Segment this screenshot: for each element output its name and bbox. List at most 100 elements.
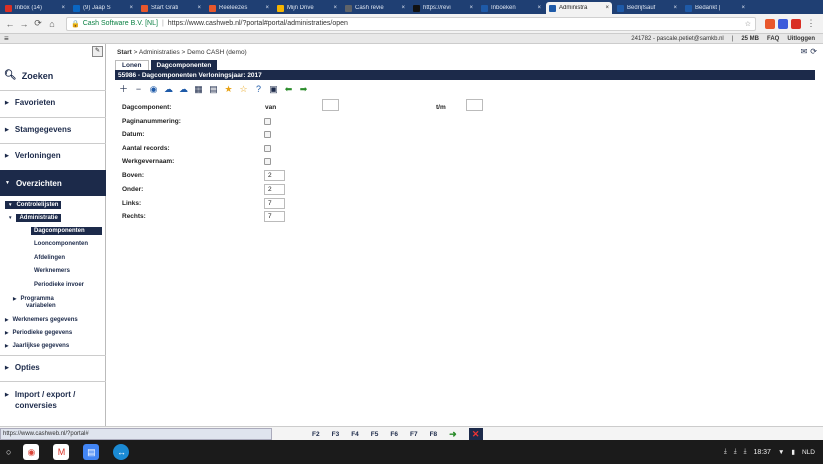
fkey-f5[interactable]: F5 [371, 431, 379, 438]
help-icon[interactable]: ? [252, 83, 265, 96]
hamburger-icon[interactable]: ≡ [4, 34, 9, 43]
download-icon[interactable]: ⤓ [744, 448, 747, 456]
browser-tab[interactable]: Bedankt | × [682, 2, 748, 14]
fkey-f2[interactable]: F2 [312, 431, 320, 438]
rechts-field[interactable]: 7 [264, 211, 285, 222]
fkey-f7[interactable]: F7 [410, 431, 418, 438]
sidebar-item-stamgegevens[interactable]: ▶ Stamgegevens [0, 125, 106, 134]
docs-icon[interactable]: ▤ [83, 444, 100, 460]
sidebar-item-favorieten[interactable]: ▶ Favorieten [0, 98, 106, 107]
reload-icon[interactable]: ⟳ [32, 18, 44, 29]
tree-item-looncomponenten[interactable]: Looncomponenten [34, 241, 88, 247]
arrow-right-icon[interactable]: ➡ [297, 83, 310, 96]
datum-checkbox[interactable] [264, 131, 271, 138]
go-arrow-icon[interactable]: ➜ [449, 429, 457, 440]
extension-icon[interactable] [765, 18, 775, 29]
tab-close-icon[interactable]: × [673, 5, 677, 11]
tree-item-werknemers-gegevens[interactable]: ▶ Werknemers gegevens [5, 317, 78, 323]
bookmark-star-icon[interactable]: ☆ [745, 20, 751, 28]
logout-link[interactable]: Uitloggen [787, 36, 815, 42]
tab-close-icon[interactable]: × [197, 5, 201, 11]
tab-close-icon[interactable]: × [741, 5, 745, 11]
layout-icon[interactable]: ▣ [267, 83, 280, 96]
tree-item-controlelijsten[interactable]: ▼ Controlelijsten [5, 201, 62, 209]
tree-item-jaarlijkse-gegevens[interactable]: ▶ Jaarlijkse gegevens [5, 343, 69, 349]
sidebar-item-overzichten[interactable]: ▼ Overzichten [0, 170, 106, 196]
arrow-left-icon[interactable]: ⬅ [282, 83, 295, 96]
browser-tab[interactable]: Start Grati × [138, 2, 204, 14]
tree-item-dagcomponenten[interactable]: Dagcomponenten [31, 227, 102, 235]
keyboard-icon[interactable]: ▦ [192, 83, 205, 96]
onder-field[interactable]: 2 [264, 184, 285, 195]
tab-close-icon[interactable]: × [469, 5, 473, 11]
tree-item-periodieke-gegevens[interactable]: ▶ Periodieke gegevens [5, 330, 72, 336]
faq-link[interactable]: FAQ [767, 36, 779, 42]
teamviewer-icon[interactable]: ↔ [113, 444, 130, 460]
fkey-f3[interactable]: F3 [332, 431, 340, 438]
tab-close-icon[interactable]: × [129, 5, 133, 11]
tab-close-icon[interactable]: × [61, 5, 65, 11]
search-link[interactable]: 🔍︎ Zoeken [4, 70, 53, 81]
fkey-f6[interactable]: F6 [390, 431, 398, 438]
paginanummering-checkbox[interactable] [264, 118, 271, 125]
browser-tab[interactable]: Mijn Drive × [274, 2, 340, 14]
tree-item-afdelingen[interactable]: Afdelingen [34, 255, 65, 261]
boven-field[interactable]: 2 [264, 170, 285, 181]
star-outline-icon[interactable]: ☆ [237, 83, 250, 96]
tree-item-programma-variabelen[interactable]: ▶ Programma [13, 296, 54, 302]
tab-close-icon[interactable]: × [333, 5, 337, 11]
browser-tab[interactable]: Inboeken × [478, 2, 544, 14]
browser-menu-icon[interactable]: ⋮ [805, 18, 817, 29]
chrome-icon[interactable]: ◉ [23, 444, 40, 460]
url-field[interactable]: 🔒 Cash Software B.V. [NL] | https://www.… [66, 16, 756, 31]
aantal-records-checkbox[interactable] [264, 145, 271, 152]
tab-close-icon[interactable]: × [537, 5, 541, 11]
fkey-f4[interactable]: F4 [351, 431, 359, 438]
tab-lonen[interactable]: Lonen [115, 60, 149, 70]
tree-item-werknemers[interactable]: Werknemers [34, 268, 70, 274]
sidebar-item-import-export[interactable]: ▶ Import / export / [0, 390, 106, 399]
calculator-icon[interactable]: ▤ [207, 83, 220, 96]
dagcomponent-from-field[interactable] [322, 99, 339, 111]
browser-tab[interactable]: Inbox (14) × [2, 2, 68, 14]
tab-close-icon[interactable]: × [401, 5, 405, 11]
browser-tab[interactable]: https://revi × [410, 2, 476, 14]
tab-close-icon[interactable]: × [265, 5, 269, 11]
forward-icon[interactable]: → [18, 19, 30, 29]
browser-tab[interactable]: Bedrijfsauf × [614, 2, 680, 14]
close-icon[interactable]: ✕ [468, 428, 483, 440]
browser-tab[interactable]: (9) Jaap S × [70, 2, 136, 14]
dagcomponent-to-field[interactable] [466, 99, 483, 111]
download-icon[interactable]: ⤓ [734, 448, 737, 456]
fkey-f8[interactable]: F8 [430, 431, 438, 438]
sidebar-item-opties[interactable]: ▶ Opties [0, 363, 106, 372]
home-icon[interactable]: ⌂ [46, 19, 58, 29]
breadcrumb-administraties[interactable]: Administraties [139, 49, 180, 56]
browser-tab[interactable]: Cash revie × [342, 2, 408, 14]
cloud-download-icon[interactable]: ☁ [177, 83, 190, 96]
tree-item-periodieke-invoer[interactable]: Periodieke invoer [34, 282, 84, 288]
browser-tab[interactable]: Administra × [546, 2, 612, 14]
camera-icon[interactable]: ◉ [147, 83, 160, 96]
star-icon[interactable]: ★ [222, 83, 235, 96]
sidebar-item-verloningen[interactable]: ▶ Verloningen [0, 151, 106, 160]
browser-tab[interactable]: Reeleezes × [206, 2, 272, 14]
cloud-upload-icon[interactable]: ☁ [162, 83, 175, 96]
tab-close-icon[interactable]: × [605, 5, 609, 11]
remove-icon[interactable]: − [132, 83, 145, 96]
mail-icon[interactable]: ✉ [801, 47, 808, 56]
launcher-icon[interactable]: ○ [6, 447, 11, 457]
tab-dagcomponenten[interactable]: Dagcomponenten [150, 60, 218, 70]
refresh-icon[interactable]: ⟳ [810, 47, 817, 56]
pin-icon[interactable]: ✎ [92, 46, 103, 57]
werkgevernaam-checkbox[interactable] [264, 158, 271, 165]
extension-icon[interactable] [791, 18, 801, 29]
back-icon[interactable]: ← [4, 19, 16, 29]
download-icon[interactable]: ⤓ [724, 448, 727, 456]
breadcrumb-start[interactable]: Start [117, 49, 132, 56]
extension-icon[interactable] [778, 18, 788, 29]
tree-item-administratie[interactable]: ▼ Administratie [5, 214, 64, 222]
gmail-icon[interactable]: M [53, 444, 70, 460]
add-icon[interactable]: ＋ [117, 83, 130, 96]
links-field[interactable]: 7 [264, 198, 285, 209]
